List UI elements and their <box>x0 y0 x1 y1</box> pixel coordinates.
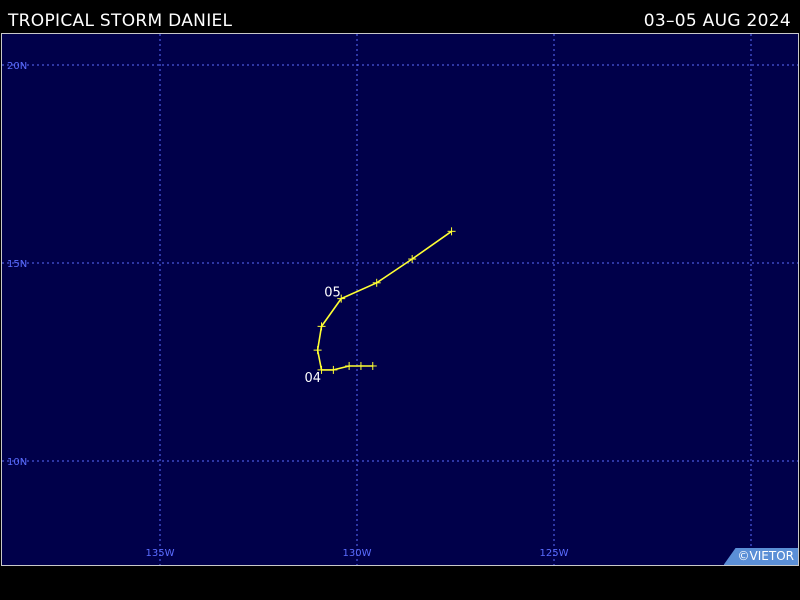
day-label: 05 <box>324 286 341 301</box>
lon-label: 135W <box>146 548 175 559</box>
lon-label: 130W <box>343 548 372 559</box>
lat-label: 10N <box>7 457 27 468</box>
graticule: 20N15N10N135W130W125W120W <box>2 34 798 565</box>
day-label: 04 <box>305 371 322 386</box>
track-point <box>329 365 338 374</box>
map-frame: TROPICAL STORM DANIEL 03–05 AUG 2024 20N… <box>0 0 800 600</box>
storm-dates: 03–05 AUG 2024 <box>643 11 791 31</box>
track-point <box>368 361 377 370</box>
track-point <box>356 361 365 370</box>
lon-label: 125W <box>540 548 569 559</box>
credit-badge: ©VIETOR <box>723 548 798 565</box>
day-labels: 05 04 <box>305 286 341 386</box>
lat-label: 15N <box>7 259 27 270</box>
track-point <box>313 346 322 355</box>
track-map: 20N15N10N135W130W125W120W 0504 ©VIETOR <box>1 33 799 566</box>
lat-label: 20N <box>7 61 27 72</box>
track-point <box>345 361 354 370</box>
track-map-canvas: 20N15N10N135W130W125W120W 0504 <box>2 34 798 565</box>
storm-title: TROPICAL STORM DANIEL <box>8 11 233 31</box>
